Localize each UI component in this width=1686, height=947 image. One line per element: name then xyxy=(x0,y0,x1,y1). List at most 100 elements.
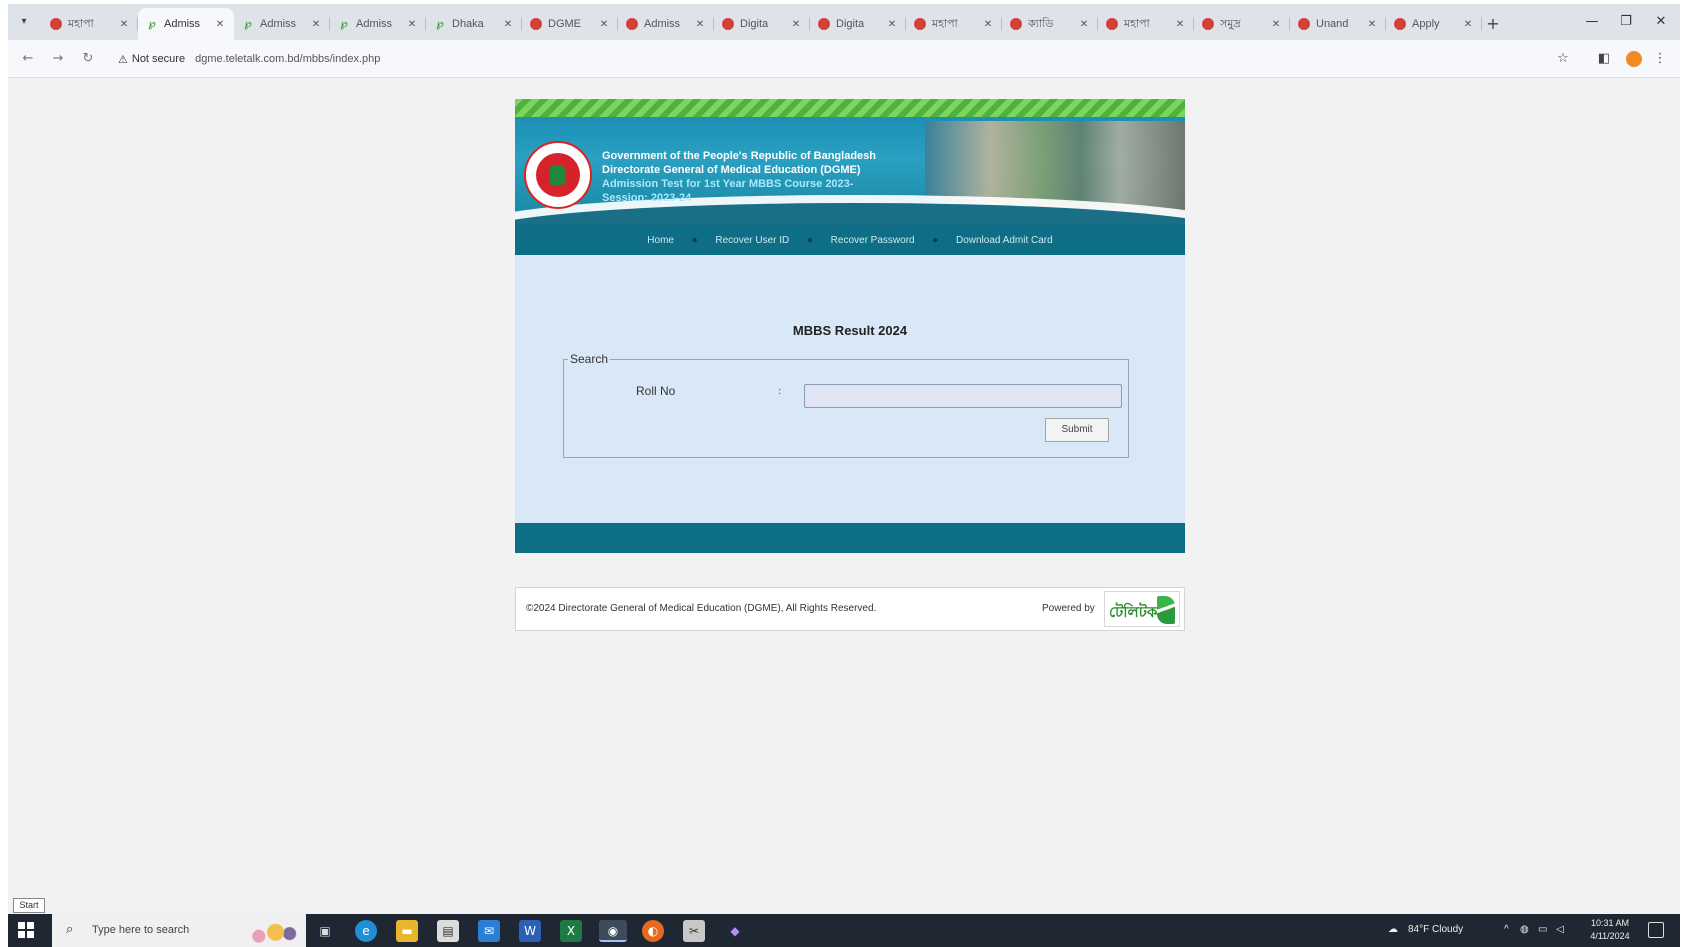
teletalk-favicon-icon: ℘ xyxy=(340,17,348,30)
banner-line-4: Session: 2023-24 xyxy=(602,192,692,204)
site-favicon-icon xyxy=(1394,18,1406,30)
search-legend: Search xyxy=(570,352,609,366)
tab-separator xyxy=(1481,17,1482,31)
copyright-text: ©2024 Directorate General of Medical Edu… xyxy=(526,603,877,614)
address-bar[interactable]: ⚠ Not secure dgme.teletalk.com.bd/mbbs/i… xyxy=(118,46,1538,72)
nav-separator: ◆ xyxy=(691,237,698,244)
nav-recover-password[interactable]: Recover Password xyxy=(831,235,915,246)
search-highlight-art xyxy=(242,918,298,944)
tab-close-icon[interactable]: ✕ xyxy=(1270,19,1282,30)
tab-close-icon[interactable]: ✕ xyxy=(1078,19,1090,30)
display-icon[interactable]: ▭ xyxy=(1538,924,1547,935)
browser-tab[interactable]: ক্যাডি ✕ xyxy=(1002,8,1098,40)
browser-tab[interactable]: Admiss ✕ xyxy=(618,8,714,40)
site-favicon-icon xyxy=(626,18,638,30)
chrome-icon[interactable]: ◉ xyxy=(599,920,627,942)
bookmark-star-icon[interactable]: ☆ xyxy=(1553,49,1573,69)
tray-overflow-icon[interactable]: ^ xyxy=(1504,924,1509,935)
tab-close-icon[interactable]: ✕ xyxy=(1462,19,1474,30)
tab-close-icon[interactable]: ✕ xyxy=(406,19,418,30)
browser-tab[interactable]: সমুদ্র ✕ xyxy=(1194,8,1290,40)
close-window-icon[interactable]: ✕ xyxy=(1651,12,1671,32)
tab-title: মহাপা xyxy=(68,17,94,30)
system-clock[interactable]: 10:31 AM 4/11/2024 xyxy=(1580,917,1640,943)
back-icon[interactable]: ← xyxy=(18,49,38,69)
security-label[interactable]: Not secure xyxy=(132,53,185,65)
browser-tab[interactable]: Digita ✕ xyxy=(810,8,906,40)
tab-close-icon[interactable]: ✕ xyxy=(118,19,130,30)
tab-close-icon[interactable]: ✕ xyxy=(1174,19,1186,30)
site-favicon-icon xyxy=(530,18,542,30)
tab-title: Apply xyxy=(1412,18,1440,30)
tab-title: DGME xyxy=(548,18,581,30)
tab-title: মহাপা xyxy=(1124,17,1150,30)
site-favicon-icon xyxy=(1010,18,1022,30)
mail-icon[interactable]: ✉ xyxy=(478,920,500,942)
browser-tab[interactable]: ℘ Dhaka ✕ xyxy=(426,8,522,40)
teletalk-favicon-icon: ℘ xyxy=(244,17,252,30)
tab-close-icon[interactable]: ✕ xyxy=(982,19,994,30)
forward-icon[interactable]: → xyxy=(48,49,68,69)
teletalk-leaf-icon xyxy=(1157,596,1175,624)
tab-title: Digita xyxy=(836,18,865,30)
tab-close-icon[interactable]: ✕ xyxy=(502,19,514,30)
nav-recover-user-id[interactable]: Recover User ID xyxy=(715,235,789,246)
browser-tab[interactable]: মহাপা ✕ xyxy=(906,8,1002,40)
notification-icon[interactable] xyxy=(1648,922,1664,938)
tab-close-icon[interactable]: ✕ xyxy=(214,19,226,30)
side-panel-icon[interactable]: ◧ xyxy=(1594,49,1614,69)
powered-by-label: Powered by xyxy=(1042,603,1095,614)
nav-download-admit-card[interactable]: Download Admit Card xyxy=(956,235,1053,246)
task-view-icon[interactable]: ▣ xyxy=(314,920,336,942)
browser-tab[interactable]: মহাপা ✕ xyxy=(42,8,138,40)
tab-close-icon[interactable]: ✕ xyxy=(310,19,322,30)
restore-icon[interactable]: ❐ xyxy=(1616,12,1636,32)
windows-start-icon[interactable] xyxy=(18,922,34,938)
dgme-site: Government of the People's Republic of B… xyxy=(515,99,1185,553)
site-favicon-icon xyxy=(818,18,830,30)
firefox-icon[interactable]: ◐ xyxy=(642,920,664,942)
tab-close-icon[interactable]: ✕ xyxy=(598,19,610,30)
browser-tab[interactable]: ℘ Admiss ✕ xyxy=(138,8,234,40)
excel-icon[interactable]: X xyxy=(560,920,582,942)
browser-tab[interactable]: মহাপা ✕ xyxy=(1098,8,1194,40)
url-text[interactable]: dgme.teletalk.com.bd/mbbs/index.php xyxy=(195,53,380,65)
teletalk-logo[interactable]: টেলিটক xyxy=(1104,591,1180,627)
roll-no-input[interactable] xyxy=(804,384,1122,408)
edge-icon[interactable]: e xyxy=(355,920,377,942)
page-title: MBBS Result 2024 xyxy=(792,323,908,338)
browser-tab[interactable]: ℘ Admiss ✕ xyxy=(234,8,330,40)
volume-icon[interactable]: ◁ xyxy=(1556,924,1564,935)
kebab-menu-icon[interactable]: ⋮ xyxy=(1650,49,1670,69)
tab-close-icon[interactable]: ✕ xyxy=(886,19,898,30)
weather-text[interactable]: 84°F Cloudy xyxy=(1408,924,1463,935)
banner-line-1: Government of the People's Republic of B… xyxy=(602,150,876,162)
tab-search-icon[interactable]: ▾ xyxy=(16,14,32,30)
browser-tab[interactable]: Digita ✕ xyxy=(714,8,810,40)
nav-home[interactable]: Home xyxy=(647,235,674,246)
store-icon[interactable]: ▤ xyxy=(437,920,459,942)
reload-icon[interactable]: ↻ xyxy=(78,49,98,69)
app-icon[interactable]: ◆ xyxy=(724,920,746,942)
tab-title: মহাপা xyxy=(932,17,958,30)
weather-icon[interactable]: ☁ xyxy=(1388,924,1398,935)
tab-close-icon[interactable]: ✕ xyxy=(790,19,802,30)
tab-title: Admiss xyxy=(644,18,681,30)
profile-avatar[interactable] xyxy=(1626,51,1642,67)
new-tab-icon[interactable]: + xyxy=(1482,8,1504,40)
tab-close-icon[interactable]: ✕ xyxy=(694,19,706,30)
browser-tab[interactable]: DGME ✕ xyxy=(522,8,618,40)
browser-tab[interactable]: ℘ Admiss ✕ xyxy=(330,8,426,40)
tab-title: Dhaka xyxy=(452,18,484,30)
taskbar-search[interactable]: ⌕ Type here to search xyxy=(52,914,306,947)
minimize-icon[interactable]: — xyxy=(1582,12,1602,32)
browser-tab[interactable]: Apply ✕ xyxy=(1386,8,1482,40)
word-icon[interactable]: W xyxy=(519,920,541,942)
file-explorer-icon[interactable]: ▬ xyxy=(396,920,418,942)
browser-tab[interactable]: Unand ✕ xyxy=(1290,8,1386,40)
result-panel: MBBS Result 2024 Search Roll No : Submit xyxy=(515,255,1185,523)
network-icon[interactable]: ◍ xyxy=(1520,924,1529,935)
snipping-tool-icon[interactable]: ✂ xyxy=(683,920,705,942)
tab-close-icon[interactable]: ✕ xyxy=(1366,19,1378,30)
submit-button[interactable]: Submit xyxy=(1045,418,1109,442)
